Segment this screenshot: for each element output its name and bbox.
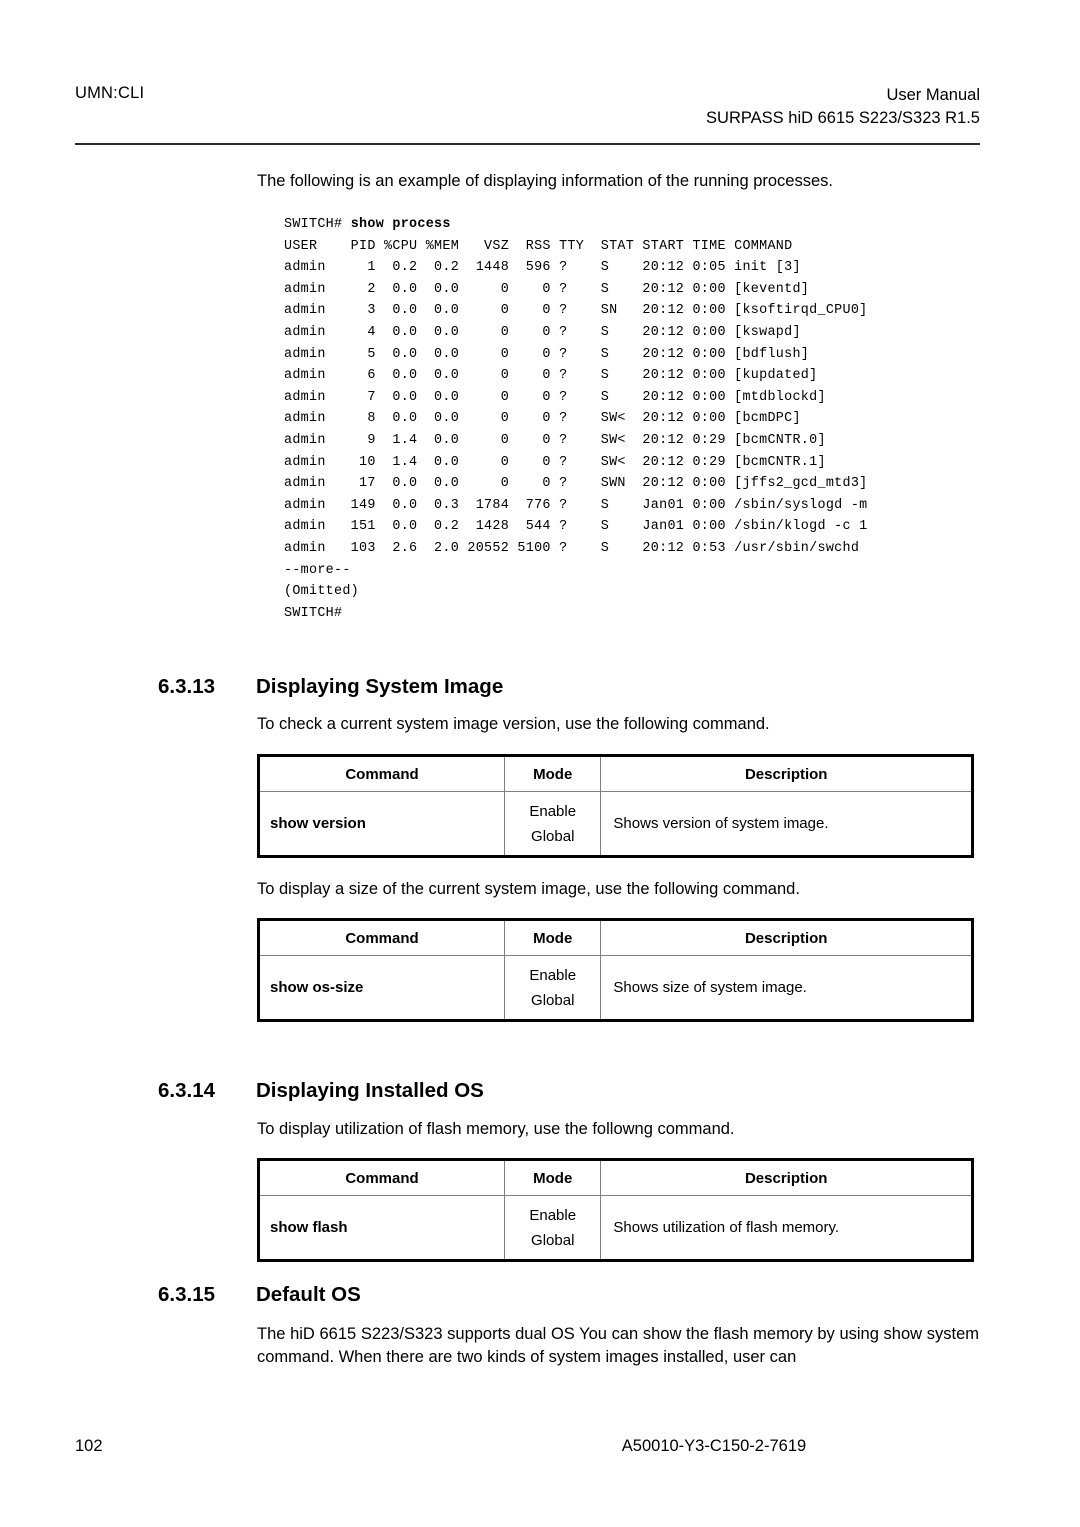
column-header-mode: Mode bbox=[504, 1159, 602, 1196]
section-title-6-3-15: Default OS bbox=[256, 1283, 361, 1306]
mode-enable: Enable bbox=[529, 1206, 577, 1224]
header-divider-rule bbox=[75, 143, 980, 145]
terminal-prompt: SWITCH# bbox=[284, 217, 351, 232]
section-number-6-3-14: 6.3.14 bbox=[158, 1079, 215, 1102]
cell-description-show-flash: Shows utilization of flash memory. bbox=[600, 1195, 973, 1261]
terminal-process-listing: USER PID %CPU %MEM VSZ RSS TTY STAT STAR… bbox=[284, 238, 868, 621]
paragraph-6-3-14: To display utilization of flash memory, … bbox=[257, 1120, 735, 1138]
column-header-description: Description bbox=[600, 919, 973, 956]
cell-command-show-version: show version bbox=[257, 791, 506, 857]
command-table-show-flash: Command Mode Description show flash Enab… bbox=[257, 1158, 974, 1262]
column-header-mode: Mode bbox=[504, 919, 602, 956]
mode-global: Global bbox=[531, 1231, 575, 1249]
section-number-6-3-15: 6.3.15 bbox=[158, 1283, 215, 1306]
column-header-description: Description bbox=[600, 755, 973, 792]
section-heading-6-3-13: 6.3.13 Displaying System Image bbox=[158, 674, 503, 700]
header-product-label: UMN:CLI bbox=[75, 84, 145, 102]
terminal-command: show process bbox=[350, 217, 451, 232]
column-header-mode: Mode bbox=[504, 755, 602, 792]
cell-mode-show-version: Enable Global bbox=[504, 791, 602, 857]
table-row: show version Enable Global Shows version… bbox=[257, 791, 973, 857]
section-heading-6-3-15: 6.3.15 Default OS bbox=[158, 1282, 361, 1308]
table-row: show flash Enable Global Shows utilizati… bbox=[257, 1195, 973, 1261]
cell-command-show-os-size: show os-size bbox=[257, 955, 506, 1021]
mode-enable: Enable bbox=[529, 802, 577, 820]
mode-enable: Enable bbox=[529, 966, 577, 984]
cell-mode-show-flash: Enable Global bbox=[504, 1195, 602, 1261]
cell-mode-show-os-size: Enable Global bbox=[504, 955, 602, 1021]
cell-description-show-version: Shows version of system image. bbox=[600, 791, 973, 857]
header-manual-title-line1: User Manual bbox=[886, 86, 980, 104]
table-header-row: Command Mode Description bbox=[257, 1159, 973, 1196]
header-manual-subtitle-line2: SURPASS hiD 6615 S223/S323 R1.5 bbox=[706, 109, 980, 127]
column-header-description: Description bbox=[600, 1159, 973, 1196]
intro-paragraph: The following is an example of displayin… bbox=[257, 172, 833, 190]
mode-global: Global bbox=[531, 827, 575, 845]
command-table-show-os-size: Command Mode Description show os-size En… bbox=[257, 918, 974, 1022]
table-row: show os-size Enable Global Shows size of… bbox=[257, 955, 973, 1021]
mode-global: Global bbox=[531, 991, 575, 1009]
paragraph-6-3-13-a: To check a current system image version,… bbox=[257, 715, 770, 733]
header-manual-title: User Manual SURPASS hiD 6615 S223/S323 R… bbox=[706, 84, 980, 130]
section-title-6-3-13: Displaying System Image bbox=[256, 675, 504, 698]
section-number-6-3-13: 6.3.13 bbox=[158, 675, 215, 698]
cell-command-show-flash: show flash bbox=[257, 1195, 506, 1261]
page-header: UMN:CLI User Manual SURPASS hiD 6615 S22… bbox=[75, 84, 980, 132]
command-table-show-version: Command Mode Description show version En… bbox=[257, 754, 974, 858]
table-header-row: Command Mode Description bbox=[257, 755, 973, 792]
section-title-6-3-14: Displaying Installed OS bbox=[256, 1079, 484, 1102]
cell-description-show-os-size: Shows size of system image. bbox=[600, 955, 973, 1021]
footer-document-code: A50010-Y3-C150-2-7619 bbox=[621, 1437, 807, 1455]
column-header-command: Command bbox=[257, 755, 506, 792]
paragraph-6-3-15: The hiD 6615 S223/S323 supports dual OS … bbox=[257, 1325, 979, 1366]
section-heading-6-3-14: 6.3.14 Displaying Installed OS bbox=[158, 1078, 484, 1104]
document-page: UMN:CLI User Manual SURPASS hiD 6615 S22… bbox=[0, 0, 1080, 1527]
terminal-output-block: SWITCH# show process USER PID %CPU %MEM … bbox=[284, 214, 868, 624]
paragraph-6-3-13-b: To display a size of the current system … bbox=[257, 880, 800, 898]
column-header-command: Command bbox=[257, 919, 506, 956]
column-header-command: Command bbox=[257, 1159, 506, 1196]
table-header-row: Command Mode Description bbox=[257, 919, 973, 956]
